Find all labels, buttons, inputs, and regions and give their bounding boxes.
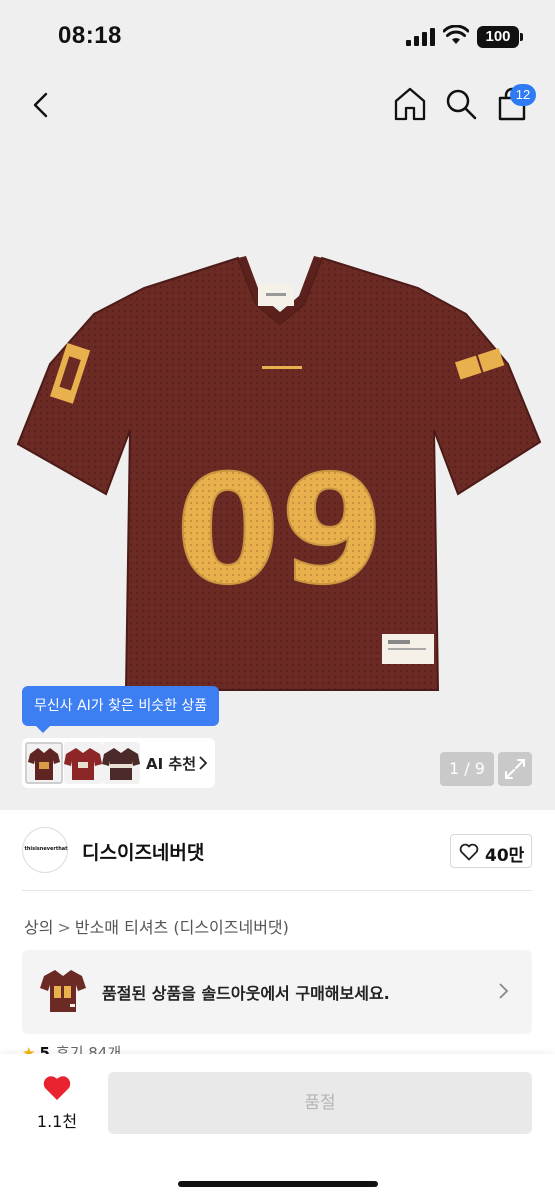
expand-icon — [505, 759, 525, 779]
image-page-indicator: 1 / 9 — [440, 752, 494, 786]
soldout-banner-text: 품절된 상품을 솔드아웃에서 구매해보세요. — [102, 984, 390, 1003]
soldout-purchase-button[interactable]: 품절 — [108, 1072, 532, 1134]
chevron-right-icon — [499, 983, 509, 999]
home-indicator — [178, 1181, 378, 1187]
brand-name[interactable]: 디스이즈네버댓 — [82, 838, 204, 865]
ai-thumbnail[interactable] — [25, 742, 63, 784]
search-icon[interactable] — [444, 86, 478, 122]
wish-count: 1.1천 — [36, 1112, 78, 1131]
breadcrumb-separator: > — [57, 918, 71, 937]
wifi-icon — [443, 25, 469, 44]
heart-outline-icon — [459, 843, 479, 861]
soldout-market-banner[interactable]: 품절된 상품을 솔드아웃에서 구매해보세요. — [22, 950, 532, 1034]
chevron-right-icon — [199, 756, 208, 770]
brand-logo[interactable]: thisisneverthat — [22, 827, 68, 873]
soldout-thumbnail — [40, 970, 86, 1012]
status-bar: 08:18 100 — [0, 0, 555, 72]
expand-image-button[interactable] — [498, 752, 532, 786]
breadcrumb: 상의 > 반소매 티셔츠 (디스이즈네버댓) — [24, 914, 289, 938]
ai-recommend-tooltip: 무신사 AI가 찾은 비슷한 상품 — [22, 686, 220, 726]
product-gallery[interactable]: 12 09 무신사 AI가 찾은 비슷한 상품 AI 추천 1 / 9 — [0, 72, 555, 810]
cart-count-badge: 12 — [510, 84, 536, 106]
ai-thumbnail[interactable] — [64, 742, 102, 784]
ai-thumbnail[interactable] — [102, 742, 140, 784]
breadcrumb-item[interactable]: 반소매 티셔츠 (디스이즈네버댓) — [75, 918, 289, 937]
battery-indicator: 100 — [477, 26, 519, 48]
home-icon[interactable] — [392, 86, 428, 122]
jersey-number: 09 — [176, 444, 385, 618]
tooltip-arrow — [36, 726, 50, 733]
brand-like-button[interactable]: 40만 — [450, 834, 532, 868]
heart-filled-icon[interactable] — [42, 1074, 72, 1102]
breadcrumb-item[interactable]: 상의 — [24, 918, 53, 937]
battery-tip — [520, 33, 523, 41]
ai-recommend-label: AI 추천 — [146, 755, 197, 773]
brand-like-count: 40만 — [485, 846, 525, 866]
product-image[interactable]: 09 — [14, 254, 542, 694]
ai-recommend-button[interactable]: AI 추천 — [22, 738, 215, 788]
status-time: 08:18 — [58, 22, 122, 49]
brand-logo-text: thisisneverthat — [24, 846, 68, 852]
back-icon[interactable] — [26, 88, 56, 122]
divider — [22, 890, 532, 891]
cellular-signal-icon — [406, 28, 436, 46]
